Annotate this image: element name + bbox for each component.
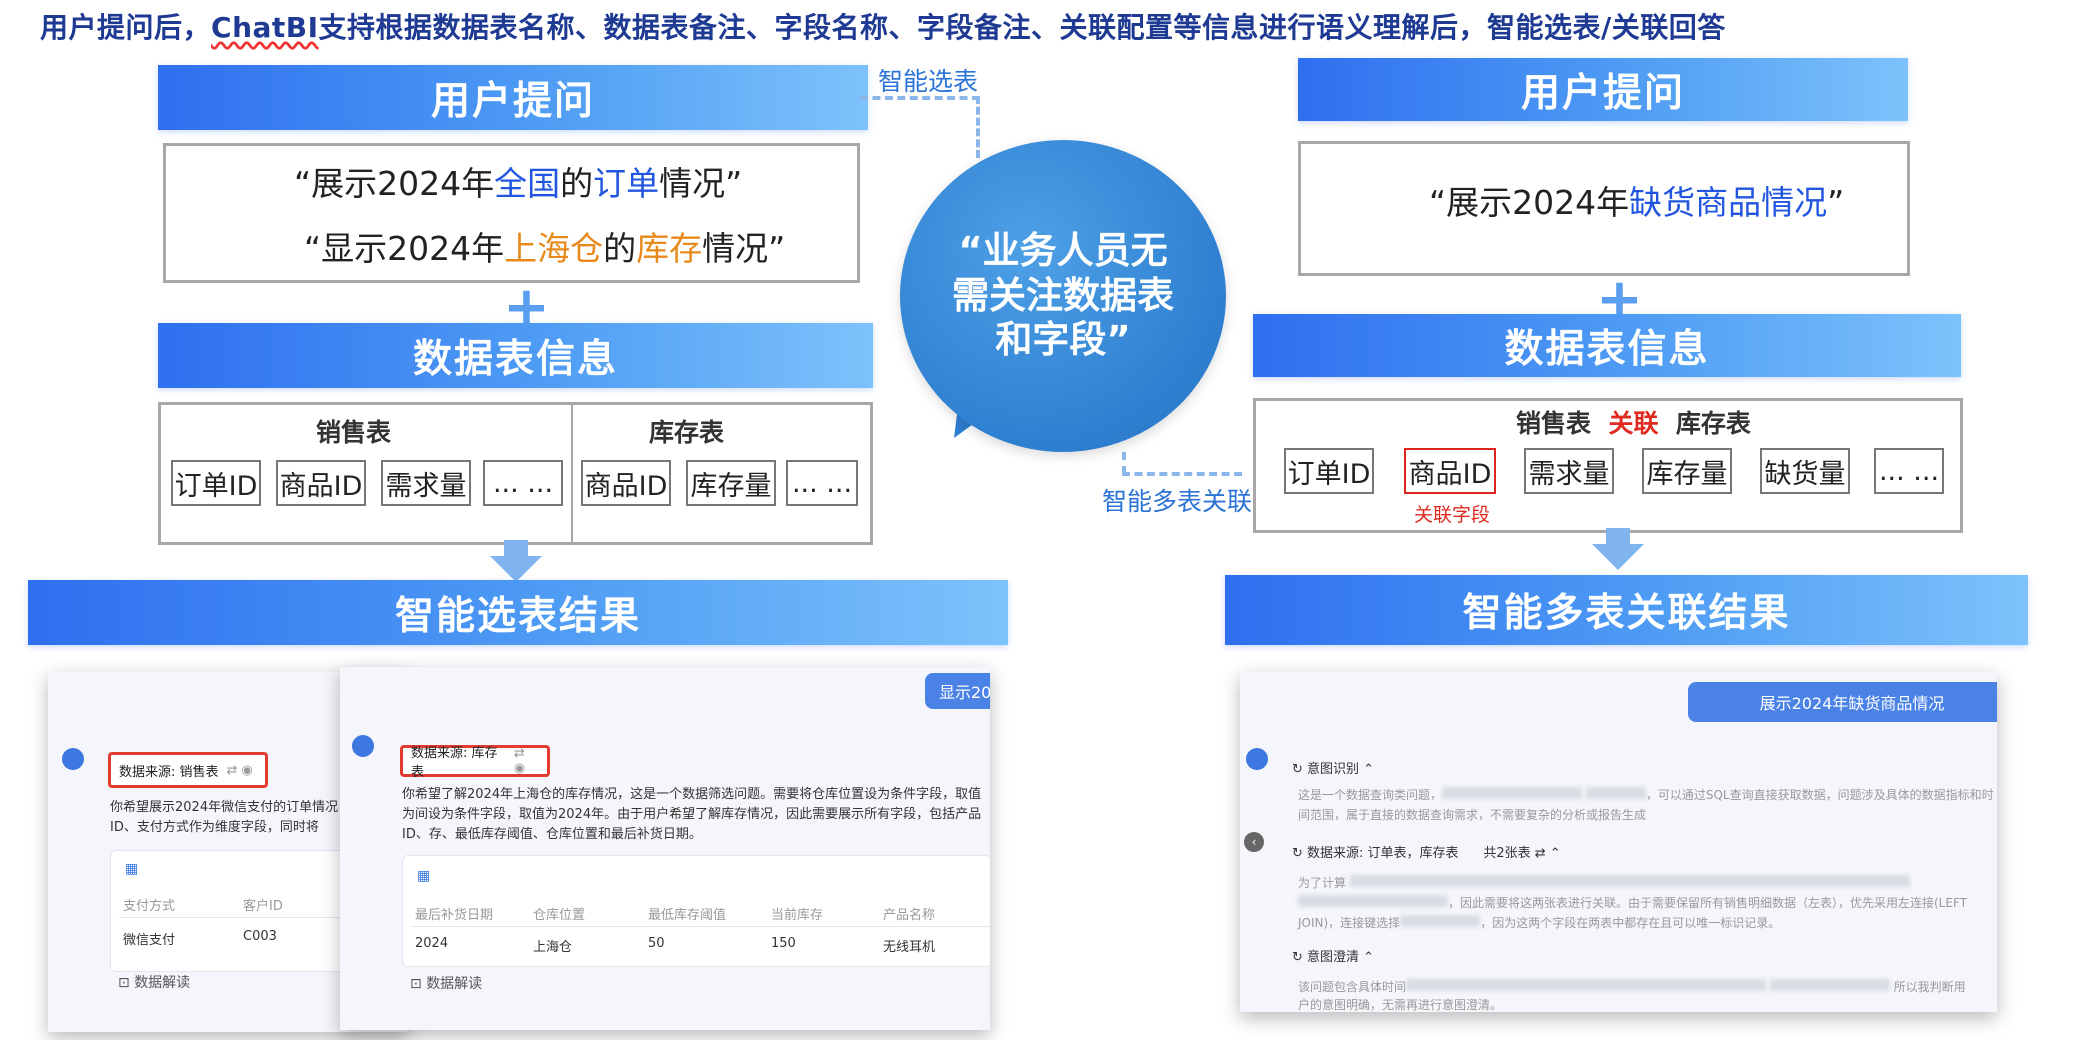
right-down-arrow-icon	[1592, 528, 1644, 570]
field-order-id: 订单ID	[1284, 448, 1374, 494]
collapse-icon[interactable]: ‹	[1244, 832, 1264, 852]
field-shortage: 缺货量	[1760, 448, 1850, 494]
question-bubble: 显示202	[925, 673, 990, 709]
page-title: 用户提问后，ChatBI支持根据数据表名称、数据表备注、字段名称、字段备注、关联…	[40, 11, 1726, 44]
left-question-banner: 用户提问	[158, 65, 868, 130]
intent-text: 这是一个数据查询类问题， ，可以通过SQL查询直接获取数据，问题涉及具体的数据指…	[1298, 787, 1994, 802]
field-demand: 需求量	[381, 460, 471, 506]
sales-table-name: 销售表	[316, 418, 392, 447]
field-more: ... ...	[1874, 448, 1944, 494]
table-cell: C003	[243, 929, 277, 944]
field-product-id: 商品ID	[276, 460, 366, 506]
dashed-connector	[1122, 472, 1242, 476]
join-text: JOIN)，连接键选择 ，因为这两个字段在两表中都存在且可以唯一标识记录。	[1298, 915, 1781, 930]
field-product-id: 商品ID	[581, 460, 671, 506]
left-question-box: “展示2024年全国的订单情况” “显示2024年上海仓的库存情况”	[163, 143, 860, 283]
join-text: ，因此需要将这两张表进行关联。由于需要保留所有销售明细数据（左表），优先采用左连…	[1298, 894, 1967, 911]
data-source-tag[interactable]: 数据来源: 销售表 ⇄ ◉	[108, 752, 268, 788]
right-question-1: “展示2024年缺货商品情况”	[1429, 183, 1845, 222]
right-question-box: “展示2024年缺货商品情况”	[1298, 141, 1910, 276]
table-header: 产品名称	[883, 908, 936, 923]
data-source-toggle[interactable]: ↻ 数据来源: 订单表，库存表 共2张表 ⇄ ⌃	[1292, 842, 1561, 861]
clarify-text: 户的意图明确，无需再进行意图澄清。	[1298, 998, 1503, 1012]
field-product-id-join: 商品ID	[1404, 448, 1496, 494]
table-cell: 50	[648, 936, 665, 951]
field-stock: 库存量	[686, 460, 776, 506]
clarify-text: 该问题包含具体时间 所以我判断用	[1298, 979, 1966, 994]
left-result-banner: 智能选表结果	[28, 580, 1008, 645]
left-question-1: “展示2024年全国的订单情况”	[294, 164, 743, 203]
dashed-connector	[976, 96, 980, 158]
result-table-card: ▦ 最后补货日期 仓库位置 最低库存阈值 当前库存 产品名称 2024 上海仓 …	[402, 855, 990, 967]
table-cell: 无线耳机	[883, 940, 936, 955]
table-header: 最低库存阈值	[648, 908, 727, 923]
data-source-tag[interactable]: 数据来源: 库存表 ⇄ ◉	[400, 745, 550, 780]
table-header: 仓库位置	[533, 908, 586, 923]
join-link-label: 智能多表关联	[1102, 487, 1253, 516]
bot-avatar-icon	[62, 748, 84, 770]
table-cell: 微信支付	[123, 933, 176, 948]
left-question-2: “显示2024年上海仓的库存情况”	[304, 229, 786, 268]
table-cell: 150	[771, 936, 796, 951]
dashed-connector	[1122, 452, 1126, 474]
question-bubble: 展示2024年缺货商品情况	[1688, 682, 1997, 722]
table-header: 最后补货日期	[415, 908, 494, 923]
key-message-bubble: “业务人员无需关注数据表和字段”	[900, 140, 1226, 452]
table-cell: 上海仓	[533, 940, 573, 955]
table-icon: ▦	[417, 868, 431, 884]
table-icon: ▦	[125, 861, 139, 877]
bot-avatar-icon	[352, 735, 374, 757]
right-question-banner: 用户提问	[1298, 58, 1908, 121]
select-link-label: 智能选表	[878, 67, 979, 96]
table-header: 支付方式	[123, 899, 176, 914]
intent-clarify-toggle[interactable]: ↻ 意图澄清 ⌃	[1292, 946, 1374, 965]
field-demand: 需求量	[1524, 448, 1614, 494]
field-order-id: 订单ID	[171, 460, 261, 506]
right-result-banner: 智能多表关联结果	[1225, 575, 2028, 645]
join-field-label: 关联字段	[1414, 504, 1491, 526]
left-down-arrow-icon	[490, 540, 542, 582]
interpret-button[interactable]: ⊡ 数据解读	[410, 973, 482, 993]
table-header: 客户ID	[243, 899, 283, 914]
right-table-info: 销售表 关联 库存表 订单ID 商品ID 需求量 库存量 缺货量 ... ...…	[1253, 398, 1963, 533]
dashed-connector	[860, 96, 980, 100]
interpret-button[interactable]: ⊡ 数据解读	[118, 972, 190, 992]
bot-avatar-icon	[1246, 748, 1268, 770]
field-more: ... ...	[786, 460, 858, 506]
relation-header: 销售表 关联 库存表	[1516, 409, 1751, 438]
left-table-info: 销售表 库存表 订单ID 商品ID 需求量 ... ... 商品ID 库存量 .…	[158, 402, 873, 545]
right-info-banner: 数据表信息	[1253, 314, 1961, 377]
intent-text: 间范围，属于直接的数据查询需求，不需要复杂的分析或报告生成	[1298, 808, 1647, 822]
intent-recognition-toggle[interactable]: ↻ 意图识别 ⌃	[1292, 758, 1374, 777]
screenshot-join: 展示2024年缺货商品情况 ‹ ↻ 意图识别 ⌃ 这是一个数据查询类问题， ，可…	[1240, 672, 1997, 1012]
field-stock: 库存量	[1642, 448, 1732, 494]
table-divider	[571, 405, 573, 543]
field-more: ... ...	[483, 460, 563, 506]
table-cell: 2024	[415, 936, 449, 951]
table-header: 当前库存	[771, 908, 824, 923]
screenshot-inventory: 显示202 数据来源: 库存表⇄ ◉ 你希望了解2024年上海仓的库存情况，这是…	[340, 667, 990, 1030]
left-info-banner: 数据表信息	[158, 323, 873, 388]
join-text: 为了计算	[1298, 874, 1910, 891]
answer-text: 你希望了解2024年上海仓的库存情况，这是一个数据筛选问题。需要将仓库位置设为条…	[402, 787, 982, 842]
inventory-table-name: 库存表	[649, 418, 725, 447]
